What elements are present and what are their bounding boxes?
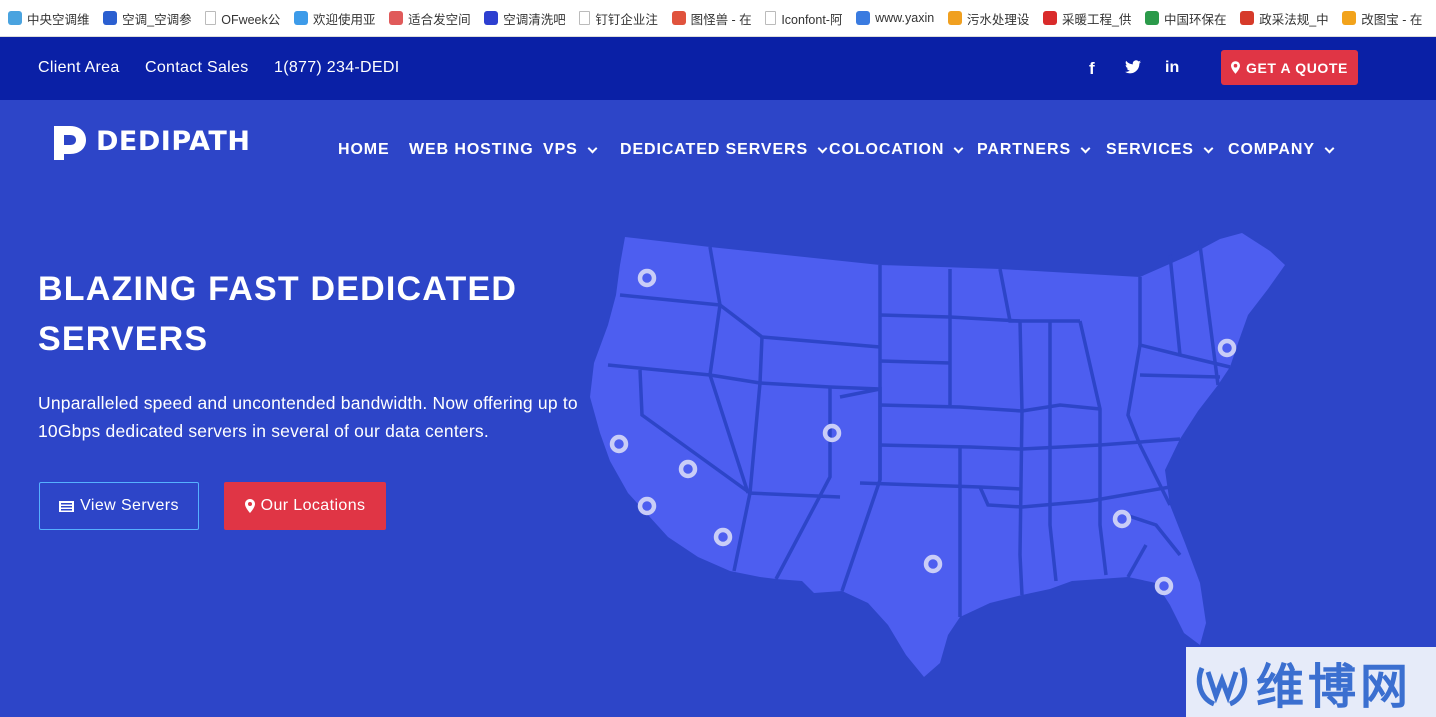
twitter-icon[interactable] bbox=[1125, 59, 1141, 78]
globe-icon bbox=[1145, 11, 1160, 25]
bookmark-item[interactable]: 欢迎使用亚 bbox=[293, 9, 376, 28]
nav-dedicated-servers[interactable]: DEDICATED SERVERS bbox=[620, 141, 828, 159]
bookmark-icon bbox=[389, 11, 404, 25]
nav-vps[interactable]: VPS bbox=[543, 141, 598, 159]
watermark: 维博网 bbox=[1186, 647, 1436, 717]
bookmark-icon bbox=[8, 11, 22, 25]
bookmark-item[interactable]: 中国环保在 bbox=[1145, 9, 1226, 28]
bookmark-item[interactable]: 空调清洗吧 bbox=[484, 9, 565, 28]
server-icon bbox=[59, 500, 75, 512]
top-bar: Client Area Contact Sales 1(877) 234-DED… bbox=[0, 37, 1436, 100]
nav-partners[interactable]: PARTNERS bbox=[977, 141, 1091, 159]
us-datacenter-map bbox=[590, 233, 1285, 677]
logo-text: DEDIPATH bbox=[96, 125, 251, 157]
chevron-down-icon bbox=[587, 143, 598, 153]
bookmark-label: 图怪兽 - 在 bbox=[690, 12, 752, 27]
watermark-text: 维博网 bbox=[1256, 659, 1413, 715]
nav-label: DEDICATED SERVERS bbox=[620, 141, 809, 158]
dedipath-logo[interactable]: DEDIPATH bbox=[52, 122, 250, 160]
bookmark-item[interactable]: 改图宝 - 在 bbox=[1342, 9, 1422, 28]
nav-web-hosting[interactable]: WEB HOSTING bbox=[409, 141, 534, 159]
logo-mark-icon bbox=[54, 126, 86, 160]
nav-label: COLOCATION bbox=[829, 141, 945, 158]
client-area-link[interactable]: Client Area bbox=[38, 59, 120, 77]
bookmark-label: 空调清洗吧 bbox=[503, 12, 566, 27]
get-a-quote-button[interactable]: GET A QUOTE bbox=[1221, 50, 1358, 85]
nav-label: VPS bbox=[543, 141, 578, 158]
nav-services[interactable]: SERVICES bbox=[1106, 141, 1214, 159]
star-icon bbox=[947, 11, 962, 25]
view-servers-label: View Servers bbox=[80, 497, 179, 514]
nav-label: HOME bbox=[338, 141, 390, 158]
bookmark-item[interactable]: OFweek公 bbox=[205, 9, 280, 28]
chevron-down-icon bbox=[1080, 143, 1091, 153]
bookmark-label: 污水处理设 bbox=[966, 12, 1029, 27]
nav-label: SERVICES bbox=[1106, 141, 1194, 158]
chevron-down-icon bbox=[1324, 143, 1335, 153]
bookmark-label: 中国环保在 bbox=[1164, 12, 1227, 27]
bookmark-label: 空调_空调参 bbox=[122, 12, 192, 27]
bookmark-label: 改图宝 - 在 bbox=[1361, 12, 1423, 27]
map-marker-icon bbox=[244, 499, 255, 513]
bookmark-item[interactable]: 空调_空调参 bbox=[103, 9, 191, 28]
bookmark-icon bbox=[103, 11, 118, 25]
chevron-down-icon bbox=[817, 143, 828, 153]
get-a-quote-label: GET A QUOTE bbox=[1245, 59, 1348, 76]
bookmark-item[interactable]: www.yaxin bbox=[856, 11, 934, 25]
emblem-icon bbox=[1240, 11, 1255, 25]
bookmark-label: 采暖工程_供 bbox=[1061, 12, 1132, 27]
bookmark-label: 钉钉企业注 bbox=[595, 12, 658, 27]
page-icon bbox=[205, 11, 217, 25]
bookmark-item[interactable]: 适合发空间 bbox=[389, 9, 470, 28]
bookmark-icon bbox=[856, 11, 871, 25]
view-servers-button[interactable]: View Servers bbox=[39, 482, 199, 530]
bookmark-label: 中央空调维 bbox=[27, 12, 90, 27]
contact-sales-link[interactable]: Contact Sales bbox=[145, 59, 249, 77]
bookmark-label: 欢迎使用亚 bbox=[312, 12, 376, 27]
bookmark-item[interactable]: 中央空调维 bbox=[8, 9, 89, 28]
nav-home[interactable]: HOME bbox=[338, 141, 390, 159]
our-locations-button[interactable]: Our Locations bbox=[224, 482, 386, 530]
page-icon bbox=[579, 11, 591, 25]
page-icon bbox=[765, 11, 777, 25]
bookmark-item[interactable]: 钉钉企业注 bbox=[579, 9, 658, 28]
bookmark-item[interactable]: 污水处理设 bbox=[947, 9, 1029, 28]
flower-icon bbox=[1042, 11, 1057, 25]
chevron-down-icon bbox=[1203, 143, 1214, 153]
our-locations-label: Our Locations bbox=[260, 497, 366, 514]
nav-label: WEB HOSTING bbox=[409, 141, 534, 158]
phone-link[interactable]: 1(877) 234-DEDI bbox=[274, 59, 399, 77]
bookmark-label: 政采法规_中 bbox=[1259, 12, 1329, 27]
paw-icon bbox=[484, 11, 499, 25]
bookmark-icon bbox=[671, 11, 686, 25]
nav-company[interactable]: COMPANY bbox=[1228, 141, 1335, 159]
bookmark-label: 适合发空间 bbox=[408, 12, 471, 27]
bookmark-item[interactable]: 图怪兽 - 在 bbox=[671, 9, 752, 28]
nav-colocation[interactable]: COLOCATION bbox=[829, 141, 964, 159]
nav-label: PARTNERS bbox=[977, 141, 1072, 158]
facebook-icon[interactable]: f bbox=[1089, 59, 1095, 79]
chevron-down-icon bbox=[953, 143, 964, 153]
bookmark-label: www.yaxin bbox=[875, 11, 934, 25]
linkedin-icon[interactable]: in bbox=[1165, 59, 1179, 77]
bookmark-icon bbox=[1342, 11, 1357, 25]
hero-subtitle: Unparalleled speed and uncontended bandw… bbox=[38, 393, 578, 441]
watermark-logo-icon bbox=[1196, 667, 1248, 707]
map-marker-icon bbox=[1230, 61, 1240, 74]
bookmark-item[interactable]: 政采法规_中 bbox=[1240, 9, 1328, 28]
bookmark-item[interactable]: Iconfont-阿 bbox=[765, 9, 842, 28]
nav-label: COMPANY bbox=[1228, 141, 1315, 158]
bookmark-label: OFweek公 bbox=[221, 12, 280, 27]
cloud-icon bbox=[293, 11, 308, 25]
bookmark-item[interactable]: 采暖工程_供 bbox=[1042, 9, 1132, 28]
bookmark-label: Iconfont-阿 bbox=[781, 12, 843, 27]
bookmarks-bar: 中央空调维 空调_空调参 OFweek公 欢迎使用亚 适合发空间 空调清洗吧 钉钉企业注 图怪… bbox=[0, 0, 1436, 37]
hero-title: BLAZING FAST DEDICATED SERVERS bbox=[38, 270, 518, 358]
